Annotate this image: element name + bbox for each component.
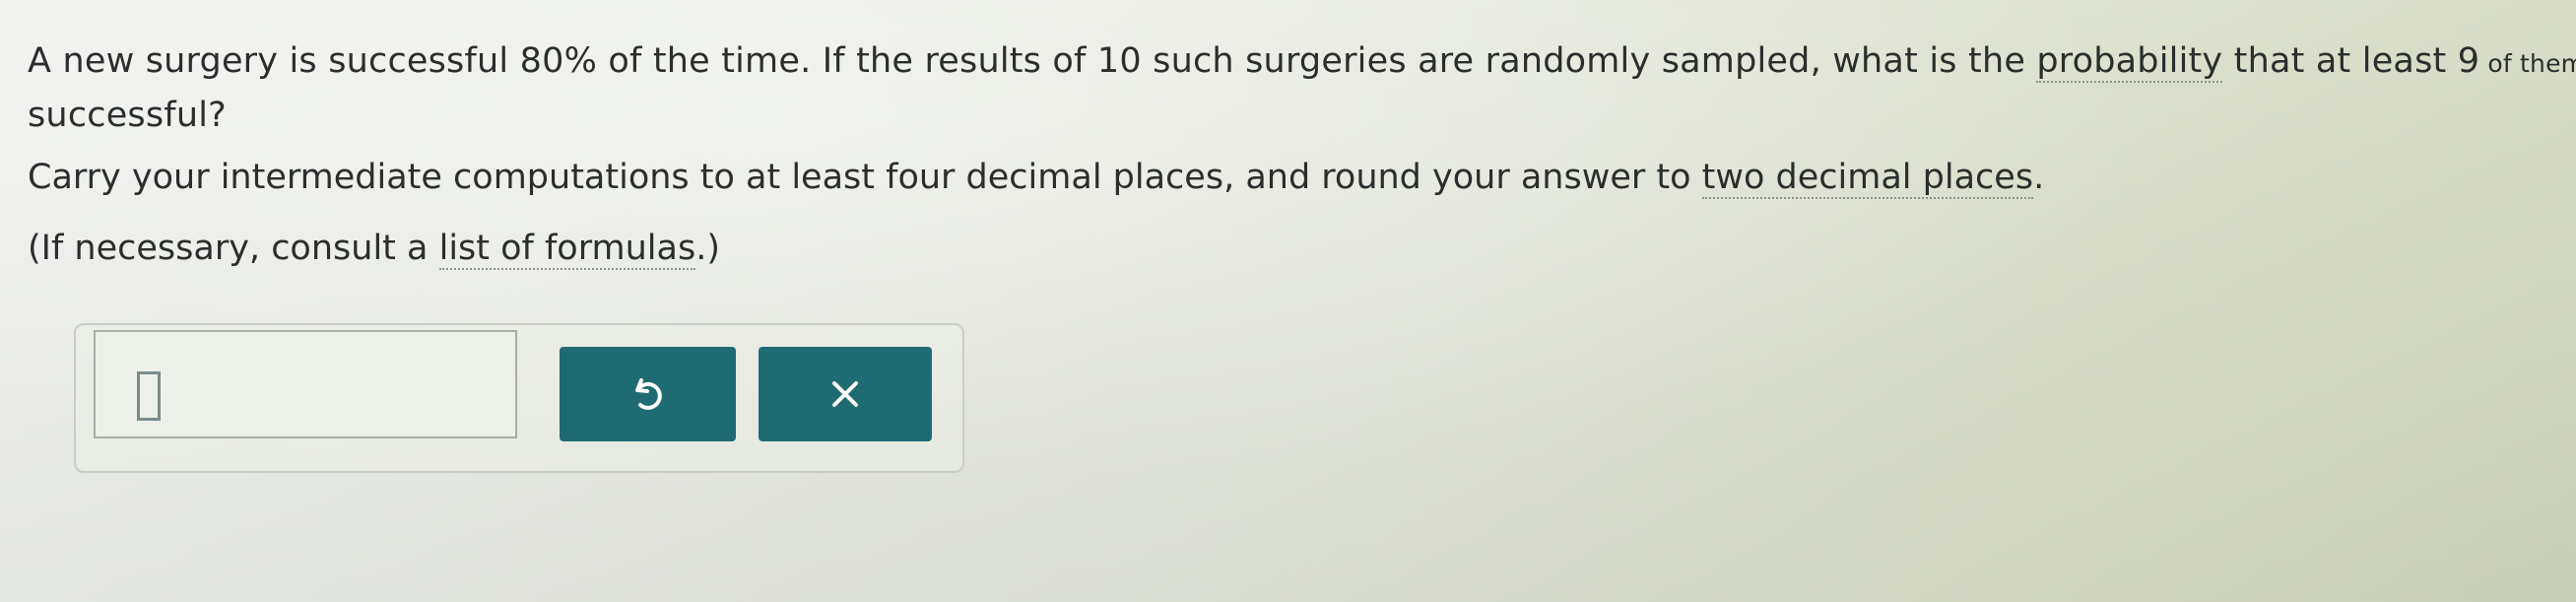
- answer-input[interactable]: [94, 330, 517, 438]
- close-icon: [830, 379, 860, 409]
- question-part-3: of them are: [2487, 49, 2576, 78]
- formulas-prefix: (If necessary, consult a: [28, 229, 439, 268]
- instruction-main: Carry your intermediate computations to …: [28, 158, 1702, 197]
- question-text: A new surgery is successful 80% of the t…: [28, 35, 2576, 141]
- question-line-2: successful?: [28, 96, 227, 135]
- probability-link[interactable]: probability: [2036, 41, 2223, 83]
- two-decimal-places-link[interactable]: two decimal places: [1701, 158, 2034, 199]
- formulas-note: (If necessary, consult a list of formula…: [28, 224, 720, 273]
- undo-icon: [631, 374, 665, 414]
- instruction-text: Carry your intermediate computations to …: [28, 153, 2044, 202]
- answer-panel: [74, 323, 964, 473]
- list-of-formulas-link[interactable]: list of formulas: [438, 229, 696, 270]
- question-line-1: A new surgery is successful 80% of the t…: [28, 35, 2576, 90]
- input-cursor-box: [137, 371, 161, 421]
- formulas-suffix: .): [695, 229, 720, 268]
- clear-button[interactable]: [759, 347, 932, 441]
- instruction-end: .: [2033, 158, 2045, 197]
- question-part-1: A new surgery is successful 80% of the t…: [28, 41, 2037, 81]
- undo-button[interactable]: [560, 347, 736, 441]
- question-part-2: that at least 9: [2222, 41, 2480, 81]
